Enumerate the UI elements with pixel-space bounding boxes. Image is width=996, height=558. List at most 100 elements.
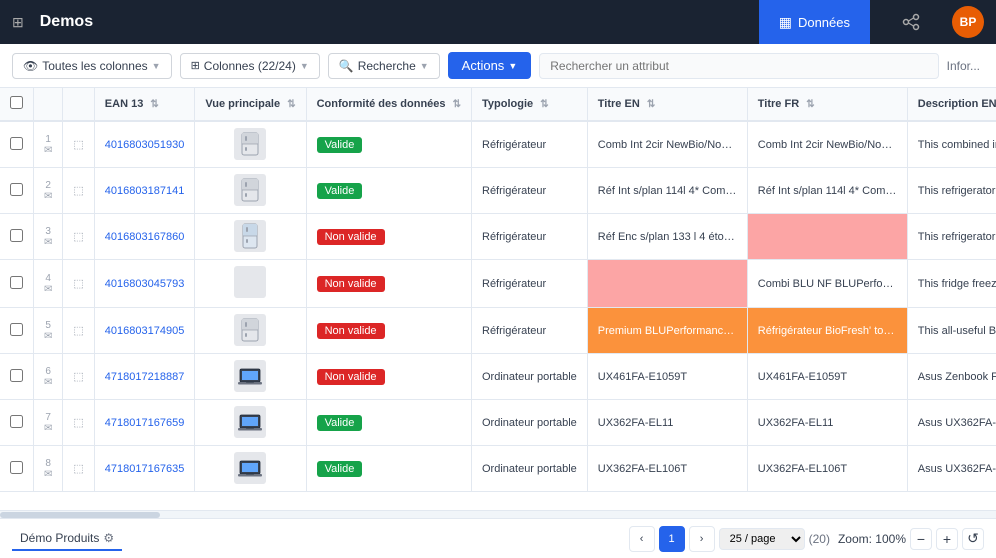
per-page-select[interactable]: 25 / page 50 / page 100 / page [719, 528, 805, 550]
current-page-button[interactable]: 1 [659, 526, 685, 552]
scrollbar-thumb[interactable] [0, 512, 160, 518]
table-row: 6✉⬚4718017218887 Non valideOrdinateur po… [0, 354, 996, 400]
row-action-icon[interactable]: ⬚ [63, 308, 94, 354]
next-page-button[interactable]: › [689, 526, 715, 552]
row-desc-en: Asus UX362FA-EL106T 13.3 "... Book PC wi… [907, 446, 996, 492]
row-checkbox-cell[interactable] [0, 354, 34, 400]
settings-icon[interactable]: ⚙ [103, 531, 114, 545]
chevron-icon-3: ▼ [420, 61, 429, 71]
row-desc-en: This refrigerator Built-In 4 * o... usef… [907, 168, 996, 214]
actions-button[interactable]: Actions ▼ [448, 52, 532, 79]
row-thumbnail [195, 121, 306, 168]
header-vue-principale[interactable]: Vue principale ⇅ [195, 88, 306, 121]
header-typologie[interactable]: Typologie ⇅ [472, 88, 588, 121]
row-action-icon[interactable]: ⬚ [63, 214, 94, 260]
row-conformite: Valide [306, 400, 471, 446]
row-checkbox[interactable] [10, 137, 23, 150]
total-count: (20) [809, 532, 830, 546]
product-thumbnail [234, 452, 266, 484]
row-titre-fr: UX461FA-E1059T [747, 354, 907, 400]
row-checkbox-cell[interactable] [0, 168, 34, 214]
row-checkbox-cell[interactable] [0, 121, 34, 168]
table-row: 7✉⬚4718017167659 ValideOrdinateur portab… [0, 400, 996, 446]
row-checkbox-cell[interactable] [0, 260, 34, 308]
row-checkbox-cell[interactable] [0, 214, 34, 260]
row-titre-fr: UX362FA-EL106T [747, 446, 907, 492]
row-action-icon[interactable]: ⬚ [63, 121, 94, 168]
tab-data[interactable]: ▦ Données [759, 0, 870, 44]
row-ean: 4016803187141 [94, 168, 195, 214]
footer: Démo Produits ⚙ ‹ 1 › 25 / page 50 / pag… [0, 518, 996, 558]
product-thumbnail [234, 174, 266, 206]
row-desc-en: Asus Zenbook Flip UX461FA-E1059T Ultrabo… [907, 354, 996, 400]
header-titre-en[interactable]: Titre EN ⇅ [587, 88, 747, 121]
header-ean13[interactable]: EAN 13 ⇅ [94, 88, 195, 121]
row-titre-fr: Combi BLU NF BLUPerformance A+++ 201 cm [747, 260, 907, 308]
data-tab-label: Données [798, 15, 850, 30]
row-checkbox-cell[interactable] [0, 400, 34, 446]
data-table: EAN 13 ⇅ Vue principale ⇅ Conformité des… [0, 88, 996, 492]
all-columns-button[interactable]: 👁 Toutes les colonnes ▼ [12, 53, 172, 79]
row-checkbox[interactable] [10, 183, 23, 196]
zoom-minus-button[interactable]: − [910, 528, 932, 550]
header-conformite[interactable]: Conformité des données ⇅ [306, 88, 471, 121]
info-label: Infor... [947, 59, 984, 73]
row-msg-icon[interactable]: ✉ [44, 331, 52, 342]
row-number: 6✉ [34, 354, 63, 400]
row-msg-icon[interactable]: ✉ [44, 423, 52, 434]
row-msg-icon[interactable]: ✉ [44, 377, 52, 388]
row-titre-en: UX461FA-E1059T [587, 354, 747, 400]
row-checkbox[interactable] [10, 229, 23, 242]
row-action-icon[interactable]: ⬚ [63, 354, 94, 400]
row-msg-icon[interactable]: ✉ [44, 237, 52, 248]
header-desc-en[interactable]: Description EN ⇅ [907, 88, 996, 121]
row-action-icon[interactable]: ⬚ [63, 446, 94, 492]
search-button[interactable]: 🔍 Recherche ▼ [328, 53, 440, 79]
row-msg-icon[interactable]: ✉ [44, 469, 52, 480]
zoom-plus-button[interactable]: + [936, 528, 958, 550]
row-checkbox-cell[interactable] [0, 308, 34, 354]
header-titre-fr[interactable]: Titre FR ⇅ [747, 88, 907, 121]
row-action-icon[interactable]: ⬚ [63, 168, 94, 214]
select-all-checkbox[interactable] [10, 96, 23, 109]
search-attribute-input[interactable] [539, 53, 938, 79]
row-typologie: Ordinateur portable [472, 354, 588, 400]
table-row: 5✉⬚4016803174905 Non valideRéfrigérateur… [0, 308, 996, 354]
footer-tab-demo[interactable]: Démo Produits ⚙ [12, 527, 122, 551]
header-num [34, 88, 63, 121]
row-checkbox[interactable] [10, 369, 23, 382]
row-ean: 4016803051930 [94, 121, 195, 168]
columns-button[interactable]: ⊞ Colonnes (22/24) ▼ [180, 53, 320, 79]
chevron-icon: ▼ [152, 61, 161, 71]
refresh-button[interactable]: ↺ [962, 528, 984, 550]
data-table-wrapper: EAN 13 ⇅ Vue principale ⇅ Conformité des… [0, 88, 996, 510]
product-thumbnail [234, 314, 266, 346]
workflow-icon [902, 13, 920, 31]
prev-page-button[interactable]: ‹ [629, 526, 655, 552]
row-checkbox[interactable] [10, 323, 23, 336]
row-number: 3✉ [34, 214, 63, 260]
row-checkbox[interactable] [10, 415, 23, 428]
row-conformite: Non valide [306, 214, 471, 260]
header-checkbox[interactable] [0, 88, 34, 121]
row-ean: 4016803167860 [94, 214, 195, 260]
row-checkbox-cell[interactable] [0, 446, 34, 492]
row-msg-icon[interactable]: ✉ [44, 145, 52, 156]
row-thumbnail [195, 168, 306, 214]
row-msg-icon[interactable]: ✉ [44, 284, 52, 295]
row-titre-fr: Comb Int 2cir NewBio/NoFrost/Ice [747, 121, 907, 168]
row-number: 4✉ [34, 260, 63, 308]
row-thumbnail [195, 400, 306, 446]
horizontal-scrollbar[interactable] [0, 510, 996, 518]
row-checkbox[interactable] [10, 276, 23, 289]
row-action-icon[interactable]: ⬚ [63, 260, 94, 308]
row-msg-icon[interactable]: ✉ [44, 191, 52, 202]
row-number: 2✉ [34, 168, 63, 214]
sort-icon-3: ⇅ [453, 99, 461, 110]
tab-workflow[interactable] [882, 0, 940, 44]
row-action-icon[interactable]: ⬚ [63, 400, 94, 446]
row-checkbox[interactable] [10, 461, 23, 474]
row-titre-en: Réf Enc s/plan 133 l 4 étoiles A+ [587, 214, 747, 260]
eye-icon: 👁 [23, 59, 38, 73]
user-avatar[interactable]: BP [952, 6, 984, 38]
